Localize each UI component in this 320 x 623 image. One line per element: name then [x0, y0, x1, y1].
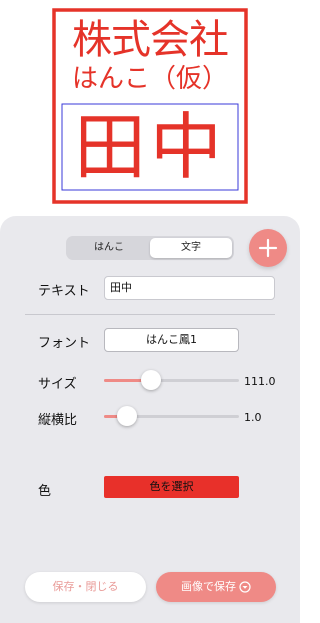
font-label: フォント: [38, 336, 91, 351]
stamp-company-text: 株式会社: [72, 17, 229, 63]
stamp-subtitle-text: はんこ（仮）: [71, 64, 228, 94]
aspect-ratio-value: 1.0: [244, 411, 262, 424]
tab-text[interactable]: 文字: [150, 238, 232, 258]
size-value: 111.0: [244, 375, 276, 388]
font-select-button[interactable]: はんこ鳳1: [104, 328, 239, 352]
save-close-button[interactable]: 保存・閉じる: [25, 572, 146, 602]
mode-segmented-control: はんこ 文字: [66, 236, 234, 260]
text-input[interactable]: 田中: [104, 276, 275, 300]
color-label: 色: [38, 484, 52, 499]
size-label: サイズ: [38, 377, 77, 392]
save-image-label: 画像で保存: [181, 580, 236, 593]
aspect-ratio-slider-thumb[interactable]: [116, 406, 137, 426]
aspect-ratio-slider[interactable]: [104, 406, 239, 426]
plus-icon: [258, 238, 278, 258]
aspect-ratio-label: 縦横比: [38, 413, 78, 428]
add-button[interactable]: [249, 229, 287, 267]
choose-color-button[interactable]: 色を選択: [104, 476, 239, 498]
control-panel: はんこ 文字 テキスト 田中 フォント はんこ鳳1 サイズ 111.0 縦横比 …: [0, 216, 300, 623]
stamp-preview: 株式会社 はんこ（仮） 田中: [0, 0, 300, 216]
divider: [25, 314, 275, 315]
size-slider-thumb[interactable]: [141, 370, 162, 390]
text-label: テキスト: [38, 284, 90, 299]
size-slider[interactable]: [104, 370, 239, 390]
stamp-main-text[interactable]: 田中: [62, 104, 238, 190]
save-image-button[interactable]: 画像で保存: [156, 572, 276, 602]
download-icon: [239, 581, 251, 593]
tab-hanko[interactable]: はんこ: [68, 238, 150, 258]
